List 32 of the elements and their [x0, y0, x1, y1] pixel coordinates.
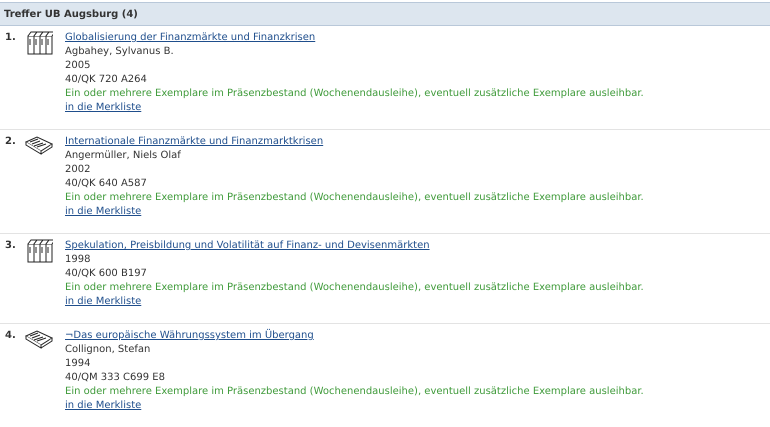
- shelf-mark: 40/QK 640 A587: [65, 177, 147, 191]
- result-number: 3.: [5, 239, 17, 253]
- watchlist-link[interactable]: in die Merkliste: [65, 399, 142, 413]
- author: Collignon, Stefan: [65, 343, 150, 357]
- result-number: 2.: [5, 135, 17, 149]
- availability-text: Ein oder mehrere Exemplare im Präsenzbestand (Wochenendausleihe), eventuell zusätzliche Exemplare ausleihbar.: [65, 87, 644, 101]
- watchlist-link[interactable]: in die Merkliste: [65, 205, 142, 219]
- year: 2005: [65, 59, 90, 73]
- author: Angermüller, Niels Olaf: [65, 149, 181, 163]
- open-book-icon: [25, 329, 53, 349]
- book-stack-icon: [27, 31, 53, 55]
- result-number: 4.: [5, 329, 17, 343]
- shelf-mark: 40/QK 600 B197: [65, 267, 147, 281]
- shelf-mark: 40/QM 333 C699 E8: [65, 371, 165, 385]
- result-number: 1.: [5, 31, 17, 45]
- results-header: Treffer UB Augsburg (4): [0, 2, 770, 26]
- availability-text: Ein oder mehrere Exemplare im Präsenzbestand (Wochenendausleihe), eventuell zusätzliche Exemplare ausleihbar.: [65, 191, 644, 205]
- availability-text: Ein oder mehrere Exemplare im Präsenzbestand (Wochenendausleihe), eventuell zusätzliche Exemplare ausleihbar.: [65, 281, 644, 295]
- title-link[interactable]: ¬Das europäische Währungssystem im Übergang: [65, 329, 314, 343]
- watchlist-link[interactable]: in die Merkliste: [65, 101, 142, 115]
- title-link[interactable]: Spekulation, Preisbildung und Volatilität auf Finanz- und Devisenmärkten: [65, 239, 430, 253]
- open-book-icon: [25, 135, 53, 155]
- title-link[interactable]: Internationale Finanzmärkte und Finanzmarktkrisen: [65, 135, 324, 149]
- year: 1998: [65, 253, 90, 267]
- title-link[interactable]: Globalisierung der Finanzmärkte und Finanzkrisen: [65, 31, 316, 45]
- book-stack-icon: [27, 239, 53, 263]
- availability-text: Ein oder mehrere Exemplare im Präsenzbestand (Wochenendausleihe), eventuell zusätzliche Exemplare ausleihbar.: [65, 385, 644, 399]
- year: 2002: [65, 163, 90, 177]
- author: Agbahey, Sylvanus B.: [65, 45, 174, 59]
- watchlist-link[interactable]: in die Merkliste: [65, 295, 142, 309]
- shelf-mark: 40/QK 720 A264: [65, 73, 147, 87]
- year: 1994: [65, 357, 90, 371]
